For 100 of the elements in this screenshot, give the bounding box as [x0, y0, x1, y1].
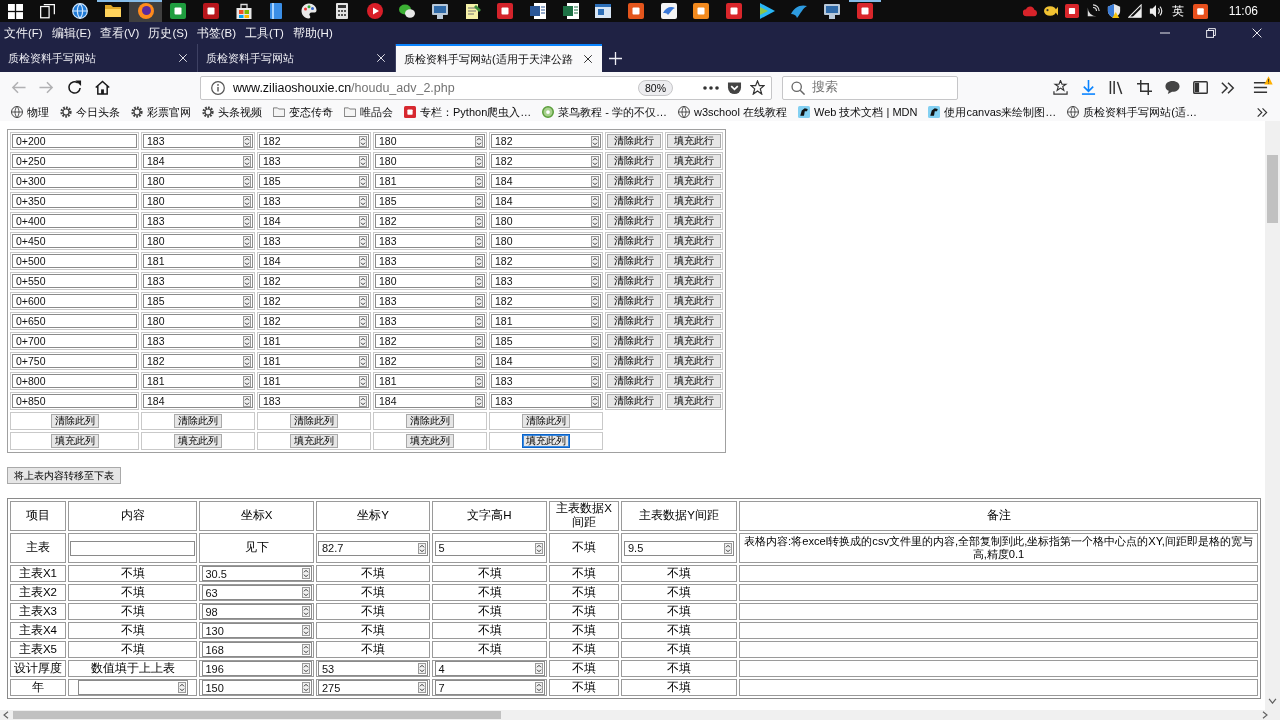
spinner-icon[interactable]: [243, 335, 251, 347]
number-field[interactable]: 182: [491, 134, 601, 148]
squares-icon[interactable]: [7, 3, 23, 19]
menu-item[interactable]: 帮助(H): [292, 25, 333, 41]
home-icon[interactable]: [94, 80, 110, 95]
satellite-dish-icon[interactable]: [1085, 4, 1100, 18]
spinner-icon[interactable]: [301, 644, 310, 655]
spinner-icon[interactable]: [359, 295, 367, 307]
number-field[interactable]: 185: [375, 194, 485, 208]
spinner-icon[interactable]: [475, 135, 483, 147]
spinner-icon[interactable]: [534, 542, 543, 554]
number-field[interactable]: 180: [491, 234, 601, 248]
shopping-bag-icon[interactable]: [235, 3, 252, 19]
number-field[interactable]: 181: [143, 374, 253, 388]
number-field[interactable]: 182: [143, 354, 253, 368]
spinner-icon[interactable]: [243, 235, 251, 247]
spinner-icon[interactable]: [301, 625, 310, 636]
spinner-icon[interactable]: [243, 395, 251, 407]
number-field[interactable]: 183: [491, 394, 601, 408]
bookmark[interactable]: 唯品会: [344, 104, 393, 120]
menu-item[interactable]: 书签(B): [196, 25, 237, 41]
number-field[interactable]: 180: [143, 234, 253, 248]
spinner-icon[interactable]: [177, 682, 186, 693]
spinner-icon[interactable]: [359, 335, 367, 347]
bookmark[interactable]: 菜鸟教程 - 学的不仅…: [542, 104, 668, 120]
number-field[interactable]: 184: [143, 394, 253, 408]
spinner-icon[interactable]: [359, 275, 367, 287]
number-field[interactable]: [77, 680, 188, 695]
search-field[interactable]: 搜索: [782, 75, 958, 100]
spinner-icon[interactable]: [475, 155, 483, 167]
spreadsheet-icon[interactable]: [562, 3, 579, 19]
reload-icon[interactable]: [66, 80, 82, 95]
number-field[interactable]: 180: [143, 314, 253, 328]
number-field[interactable]: 181: [259, 334, 369, 348]
number-field[interactable]: 184: [491, 194, 601, 208]
plus-icon[interactable]: [608, 51, 622, 65]
bookmark[interactable]: 专栏：Python爬虫入…: [404, 104, 532, 120]
gear-icon[interactable]: [131, 106, 143, 118]
fill-row-button[interactable]: 填充此行: [667, 234, 721, 248]
restore-icon[interactable]: [1206, 28, 1216, 38]
number-field[interactable]: 184: [375, 394, 485, 408]
speaker-icon[interactable]: [1148, 4, 1163, 18]
number-field[interactable]: 183: [259, 394, 369, 408]
number-field[interactable]: 182: [259, 274, 369, 288]
swoosh-icon[interactable]: [791, 3, 808, 19]
fill-row-button[interactable]: 填充此行: [667, 134, 721, 148]
spinner-icon[interactable]: [591, 375, 599, 387]
spinner-icon[interactable]: [591, 195, 599, 207]
number-field[interactable]: 184: [491, 354, 601, 368]
pocket-icon[interactable]: [727, 80, 742, 95]
spinner-icon[interactable]: [418, 542, 426, 554]
spinner-icon[interactable]: [359, 215, 367, 227]
spinner-icon[interactable]: [475, 375, 483, 387]
spinner-icon[interactable]: [243, 255, 251, 267]
app-tile-icon[interactable]: [856, 3, 873, 19]
number-field[interactable]: 183: [375, 234, 485, 248]
scrollbar-thumb[interactable]: [1267, 155, 1278, 223]
spinner-icon[interactable]: [475, 215, 483, 227]
crop-icon[interactable]: [1136, 80, 1152, 95]
clear-column-button[interactable]: 清除此列: [522, 414, 570, 428]
number-field[interactable]: 184: [259, 214, 369, 228]
number-field[interactable]: 150: [201, 680, 312, 695]
app-tile-icon[interactable]: [693, 3, 710, 19]
fill-row-button[interactable]: 填充此行: [667, 354, 721, 368]
spinner-icon[interactable]: [591, 395, 599, 407]
station-field[interactable]: 0+800: [12, 374, 137, 388]
station-field[interactable]: 0+350: [12, 194, 137, 208]
station-field[interactable]: 0+300: [12, 174, 137, 188]
station-field[interactable]: 0+750: [12, 354, 137, 368]
app-tile-icon[interactable]: [404, 106, 416, 118]
bookmark[interactable]: 物理: [11, 104, 49, 120]
spinner-icon[interactable]: [591, 135, 599, 147]
fill-row-button[interactable]: 填充此行: [667, 394, 721, 408]
number-field[interactable]: 82.7: [318, 540, 428, 556]
station-field[interactable]: 0+650: [12, 314, 137, 328]
spinner-icon[interactable]: [243, 315, 251, 327]
spinner-icon[interactable]: [591, 335, 599, 347]
orb-icon[interactable]: [137, 3, 154, 19]
monitor-icon[interactable]: [431, 3, 448, 19]
menu-item[interactable]: 工具(T): [245, 25, 284, 41]
chat-icon[interactable]: [1164, 80, 1180, 95]
scrollbar-thumb[interactable]: [13, 711, 501, 719]
number-field[interactable]: 168: [201, 642, 312, 657]
number-field[interactable]: 183: [143, 274, 253, 288]
address-bar[interactable]: www.ziliaoshouxie.cn/houdu_adv_2.php 80%: [200, 75, 772, 100]
fill-row-button[interactable]: 填充此行: [667, 174, 721, 188]
spinner-icon[interactable]: [475, 395, 483, 407]
cloud-icon[interactable]: [1022, 4, 1037, 18]
app-tile-icon[interactable]: [1064, 4, 1079, 18]
spinner-icon[interactable]: [301, 663, 310, 674]
spinner-icon[interactable]: [243, 375, 251, 387]
play-icon[interactable]: [758, 3, 775, 19]
fill-row-button[interactable]: 填充此行: [667, 294, 721, 308]
clear-column-button[interactable]: 清除此列: [50, 414, 99, 428]
spinner-icon[interactable]: [475, 195, 483, 207]
number-field[interactable]: 183: [259, 154, 369, 168]
clear-row-button[interactable]: 清除此行: [607, 154, 661, 168]
signal-icon[interactable]: [1127, 4, 1142, 18]
spinner-icon[interactable]: [724, 542, 732, 554]
spinner-icon[interactable]: [591, 315, 599, 327]
